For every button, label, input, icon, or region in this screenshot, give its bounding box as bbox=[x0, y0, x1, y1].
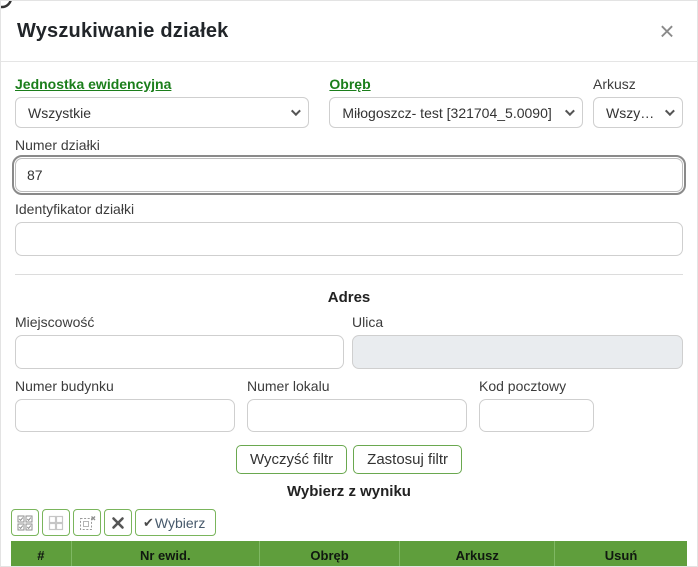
remove-x-icon bbox=[111, 516, 125, 530]
adres-row-1: Miejscowość Ulica bbox=[15, 314, 683, 369]
filter-actions: Wyczyść filtr Zastosuj filtr bbox=[15, 445, 683, 474]
results-toolbar: ✔ Wybierz bbox=[11, 509, 683, 536]
numer-dzialki-label: Numer działki bbox=[15, 137, 683, 154]
adres-section-title: Adres bbox=[15, 289, 683, 306]
adres-row-2: Numer budynku Numer lokalu Kod pocztowy bbox=[15, 378, 683, 432]
obreb-link[interactable]: Obręb bbox=[329, 76, 583, 93]
column-header-index: # bbox=[11, 541, 72, 567]
column-header-nr-ewid: Nr ewid. bbox=[72, 541, 260, 567]
jednostka-selected-value: Wszystkie bbox=[28, 105, 91, 121]
obreb-selected-value: Miłogoszcz- test [321704_5.0090] bbox=[342, 105, 551, 121]
kod-pocztowy-label: Kod pocztowy bbox=[479, 378, 594, 395]
column-header-arkusz: Arkusz bbox=[400, 541, 555, 567]
dialog-header: Wyszukiwanie działek × bbox=[1, 1, 697, 62]
numer-dzialki-field: Numer działki bbox=[15, 137, 683, 192]
chevron-down-icon bbox=[665, 106, 675, 116]
miejscowosc-label: Miejscowość bbox=[15, 314, 344, 331]
identyfikator-dzialki-label: Identyfikator działki bbox=[15, 201, 683, 218]
numer-dzialki-input[interactable] bbox=[15, 158, 683, 192]
obreb-select[interactable]: Miłogoszcz- test [321704_5.0090] bbox=[329, 97, 583, 128]
arkusz-select[interactable]: Wszystki bbox=[593, 97, 683, 128]
chevron-down-icon bbox=[565, 106, 575, 116]
clear-filter-button[interactable]: Wyczyść filtr bbox=[236, 445, 347, 474]
numer-budynku-label: Numer budynku bbox=[15, 378, 235, 395]
parcel-search-dialog: Wyszukiwanie działek × Jednostka ewidenc… bbox=[0, 0, 698, 567]
dialog-body: Jednostka ewidencyjna Wszystkie Obręb Mi… bbox=[1, 62, 697, 567]
select-button[interactable]: ✔ Wybierz bbox=[135, 509, 216, 536]
grid-view-button[interactable] bbox=[42, 509, 70, 536]
miejscowosc-input[interactable] bbox=[15, 335, 344, 369]
clear-selection-button[interactable] bbox=[73, 509, 101, 536]
kod-pocztowy-input[interactable] bbox=[479, 399, 594, 432]
grid-icon bbox=[48, 515, 64, 531]
remove-button[interactable] bbox=[104, 509, 132, 536]
select-all-button[interactable] bbox=[11, 509, 39, 536]
results-table-header: # Nr ewid. Obręb Arkusz Usuń bbox=[11, 541, 687, 567]
filter-selects-row: Jednostka ewidencyjna Wszystkie Obręb Mi… bbox=[15, 76, 683, 128]
arkusz-label: Arkusz bbox=[593, 76, 683, 93]
jednostka-ewidencyjna-select[interactable]: Wszystkie bbox=[15, 97, 309, 128]
ulica-label: Ulica bbox=[352, 314, 683, 331]
numer-lokalu-input[interactable] bbox=[247, 399, 467, 432]
apply-filter-button[interactable]: Zastosuj filtr bbox=[353, 445, 462, 474]
select-button-label: Wybierz bbox=[155, 515, 205, 531]
column-header-obreb: Obręb bbox=[260, 541, 401, 567]
ulica-input bbox=[352, 335, 683, 369]
column-header-usun: Usuń bbox=[555, 541, 687, 567]
identyfikator-dzialki-input[interactable] bbox=[15, 222, 683, 256]
results-table: # Nr ewid. Obręb Arkusz Usuń bbox=[11, 541, 687, 567]
section-divider bbox=[15, 274, 683, 275]
select-all-grid-icon bbox=[17, 515, 33, 531]
checkmark-icon: ✔ bbox=[143, 515, 154, 531]
jednostka-ewidencyjna-link[interactable]: Jednostka ewidencyjna bbox=[15, 76, 309, 93]
numer-lokalu-label: Numer lokalu bbox=[247, 378, 467, 395]
identyfikator-dzialki-field: Identyfikator działki bbox=[15, 201, 683, 256]
close-icon[interactable]: × bbox=[651, 15, 683, 47]
dialog-title: Wyszukiwanie działek bbox=[17, 20, 229, 43]
chevron-down-icon bbox=[291, 106, 301, 116]
numer-budynku-input[interactable] bbox=[15, 399, 235, 432]
arkusz-selected-value: Wszystki bbox=[606, 105, 659, 121]
clear-selection-grid-icon bbox=[79, 515, 96, 531]
results-section-title: Wybierz z wyniku bbox=[15, 483, 683, 500]
